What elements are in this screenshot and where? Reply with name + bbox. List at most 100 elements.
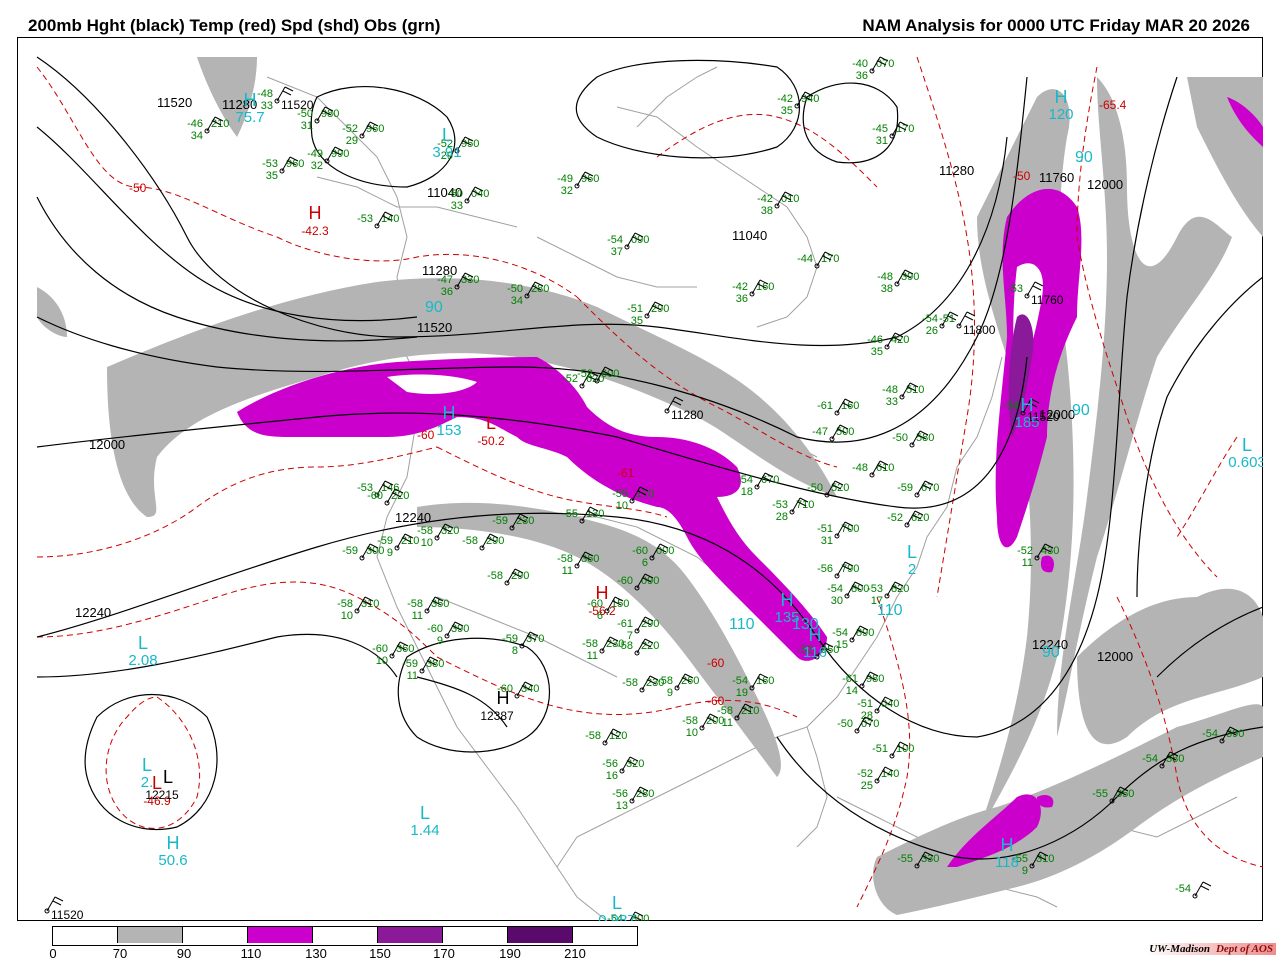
obs-dewpoint-depression: 37	[611, 246, 623, 258]
temp-contour-label: -50	[129, 181, 147, 195]
obs-dewpoint-depression: 10	[376, 655, 388, 667]
obs-temperature: -52	[887, 512, 903, 524]
center-letter: L	[138, 633, 148, 653]
center-value: 0.603	[1228, 454, 1263, 471]
obs-dewpoint-depression: 32	[311, 160, 323, 172]
legend-bin-70-90	[118, 927, 183, 943]
credit-department: Dept of AOS	[1215, 943, 1273, 955]
obs-height-full: 11280	[671, 408, 704, 422]
center-value: 12215	[145, 788, 179, 802]
legend-bin-110-130	[248, 927, 313, 943]
obs-temperature: -53	[867, 583, 883, 595]
obs-temperature: -60	[372, 643, 388, 655]
height-contour-label: 12000	[1087, 177, 1123, 192]
obs-temperature: -53	[1007, 283, 1023, 295]
legend-tick: 0	[49, 946, 57, 961]
weather-map: 11520 112801104011280115201104011280 11760…	[17, 37, 1263, 921]
legend-ticks: 0 70 90 110 130 150 170 190 210	[0, 946, 700, 961]
center-value: 116	[803, 644, 827, 661]
obs-temperature: -52	[857, 768, 873, 780]
obs-temperature: -55	[562, 508, 578, 520]
obs-dewpoint-depression: 13	[616, 800, 628, 812]
obs-dewpoint-depression: 11	[412, 610, 423, 622]
obs-temperature: -48	[257, 88, 273, 100]
center-value: 0.987	[598, 912, 636, 921]
obs-temperature: -50	[807, 482, 823, 494]
height-contour-label: 12000	[89, 437, 125, 452]
obs-temperature: -58	[585, 730, 601, 742]
center-value: 50.6	[158, 852, 187, 869]
obs-height-full: 11520	[51, 908, 84, 921]
obs-temperature: -59	[897, 482, 913, 494]
obs-temperature: -52	[562, 373, 578, 385]
obs-temperature: -54	[832, 627, 848, 639]
obs-temperature: -58	[487, 570, 503, 582]
height-contour-label: 12000	[1097, 649, 1133, 664]
obs-temperature: -58	[622, 677, 638, 689]
obs-temperature: -60	[367, 490, 383, 502]
legend-bin-90-110	[183, 927, 248, 943]
credit-label: UW-Madison Dept of AOS	[1146, 943, 1276, 955]
center-letter: L	[142, 755, 152, 775]
speed-contour-label: 90	[1072, 402, 1090, 419]
obs-dewpoint-depression: 10	[421, 537, 433, 549]
center-letter: H	[1055, 87, 1068, 107]
obs-dewpoint-depression: 16	[606, 770, 618, 782]
obs-temperature: -49	[307, 148, 323, 160]
obs-temperature: -58	[462, 535, 478, 547]
legend-tick: 130	[305, 946, 327, 961]
obs-temperature: -40	[852, 58, 868, 70]
obs-dewpoint-depression: 10	[686, 727, 698, 739]
obs-temperature: -59	[502, 633, 518, 645]
obs-dewpoint-depression: 34	[511, 295, 523, 307]
obs-temperature: -58	[717, 705, 733, 717]
center-letter: H	[1001, 835, 1014, 855]
temp-contour-label: -65.4	[1099, 98, 1127, 112]
obs-temperature: -52	[342, 123, 358, 135]
center-value: -56.2	[588, 604, 616, 618]
center-letter: L	[442, 125, 452, 145]
obs-dewpoint-depression: 31	[821, 535, 833, 547]
obs-height-full: 11760	[1031, 293, 1064, 307]
legend-tick: 90	[176, 946, 192, 961]
center-letter: H	[244, 90, 257, 110]
center-letter: L	[163, 767, 173, 787]
obs-dewpoint-depression: 35	[266, 170, 278, 182]
obs-dewpoint-depression: 10	[616, 500, 628, 512]
legend-bin-130-150	[313, 927, 378, 943]
obs-temperature: -58	[557, 553, 573, 565]
obs-temperature: -54	[827, 583, 843, 595]
center-value: 185	[1014, 414, 1039, 431]
speed-contour-label: 110	[729, 616, 755, 633]
obs-dewpoint-depression: 36	[441, 286, 453, 298]
center-value: 120	[1048, 106, 1073, 123]
obs-temperature: -55	[1092, 788, 1108, 800]
center-value: 3.91	[432, 144, 461, 161]
obs-temperature: -50	[297, 108, 313, 120]
speed-contour-label: 90	[1075, 149, 1093, 166]
obs-dewpoint-depression: 38	[881, 283, 893, 295]
center-letter: H	[1021, 395, 1034, 415]
obs-temperature: -58	[657, 675, 673, 687]
chart-title: 200mb Hght (black) Temp (red) Spd (shd) …	[28, 16, 441, 35]
temp-contour-label: -61	[617, 466, 635, 480]
obs-temperature: -42	[757, 193, 773, 205]
legend-bin-150-170	[378, 927, 443, 943]
obs-dewpoint-depression: 11	[562, 565, 573, 577]
center-value: 153	[436, 422, 461, 439]
obs-temperature: -55	[897, 853, 913, 865]
obs-dewpoint-depression: 25	[861, 780, 873, 792]
obs-temperature: -53	[357, 213, 373, 225]
obs-dewpoint-depression: 26	[926, 325, 938, 337]
obs-temperature: -53	[262, 158, 278, 170]
center-letter: H	[497, 688, 510, 708]
center-letter: H	[809, 625, 822, 645]
obs-dewpoint-depression: 19	[736, 687, 748, 699]
obs-dewpoint-depression: 38	[761, 205, 773, 217]
legend-tick: 190	[499, 946, 521, 961]
obs-dewpoint-depression: 11	[407, 670, 418, 682]
obs-temperature: -50	[447, 188, 463, 200]
obs-dewpoint-depression: 33	[886, 396, 898, 408]
height-contour-label: 11520	[157, 95, 192, 110]
obs-temperature: -61	[817, 400, 833, 412]
